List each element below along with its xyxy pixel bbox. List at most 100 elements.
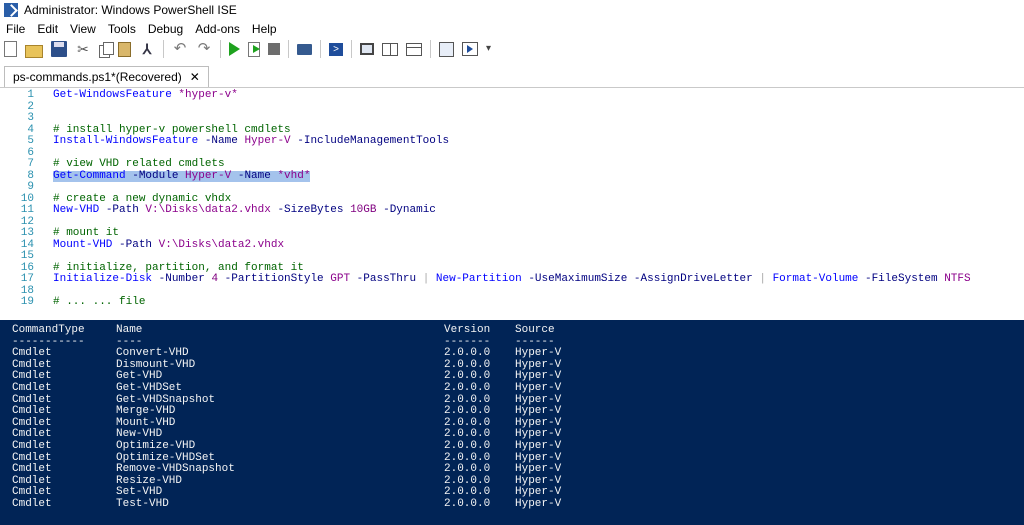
code-token: -Path <box>119 238 159 251</box>
code-token: | <box>422 273 436 285</box>
run-script-icon[interactable] <box>229 42 240 56</box>
window-title: Administrator: Windows PowerShell ISE <box>24 3 237 17</box>
open-icon[interactable] <box>25 44 43 58</box>
code-text: Mount-VHD -Path V:\Disks\data2.vhdx <box>53 238 285 252</box>
code-token: -UseMaximumSize -AssignDriveLetter <box>528 273 760 285</box>
code-token: NTFS <box>944 273 971 285</box>
layout-script-top-icon[interactable] <box>360 43 374 55</box>
console-cell: Cmdlet <box>12 440 52 452</box>
console-cell: Name <box>116 324 143 336</box>
menu-add-ons[interactable]: Add-ons <box>195 22 240 36</box>
toolbar-separator <box>220 40 221 58</box>
code-token: New-Partition <box>435 273 529 285</box>
new-icon[interactable] <box>4 41 17 57</box>
line-number: 13 <box>20 227 34 239</box>
code-text: # ... ... file <box>53 296 146 309</box>
clear-console-icon[interactable]: ⅄ <box>139 41 155 57</box>
script-tab-strip: ps-commands.ps1*(Recovered) ✕ <box>0 62 1024 88</box>
code-text: Install-WindowsFeature -Name Hyper-V -In… <box>53 135 449 148</box>
undo-icon[interactable]: ↶ <box>172 41 188 57</box>
console-cell: Hyper-V <box>515 440 562 452</box>
new-remote-tab-icon[interactable] <box>297 43 312 55</box>
close-icon[interactable]: ✕ <box>190 70 200 84</box>
code-token: V:\Disks\data2.vhdx <box>158 238 285 251</box>
code-token: -Number <box>158 273 212 285</box>
console-cell: 2.0.0.0 <box>444 463 491 476</box>
toolbar-separator <box>351 40 352 58</box>
paste-icon[interactable] <box>118 41 131 57</box>
code-token: 10GB <box>350 204 384 216</box>
code-token: V:\Disks\data2.vhdx <box>145 204 278 216</box>
console-cell: Cmdlet <box>12 347 52 360</box>
console-cell: Cmdlet <box>12 463 52 476</box>
script-editor[interactable]: 1 Get-WindowsFeature *hyper-v* 2 3 4 # instal… <box>0 88 1024 320</box>
menu-tools[interactable]: Tools <box>108 22 136 36</box>
layout-script-maximized-icon[interactable] <box>406 42 422 56</box>
console-cell: Hyper-V <box>515 347 562 360</box>
show-script-pane-icon[interactable] <box>439 41 454 57</box>
console-cell: Get-VHDSet <box>116 382 183 394</box>
console-row: Cmdlet Remove-VHDSnapshot 2.0.0.0 Hyper-V <box>0 464 1024 476</box>
console-cell: Hyper-V <box>515 382 562 394</box>
menu-view[interactable]: View <box>70 22 96 36</box>
code-token: -SizeBytes <box>277 204 351 216</box>
layout-script-right-icon[interactable] <box>382 42 398 56</box>
console-cell: CommandType <box>12 324 85 336</box>
console-row: Cmdlet Test-VHD 2.0.0.0 Hyper-V <box>0 498 1024 511</box>
redo-icon[interactable]: ↷ <box>196 41 212 57</box>
line-number: 1 <box>27 89 34 101</box>
console-cell: Cmdlet <box>12 382 52 394</box>
show-command-addon-icon[interactable] <box>462 42 478 56</box>
code-token: # install hyper-v powershell cmdlets <box>53 123 291 136</box>
run-selection-icon[interactable] <box>248 41 260 57</box>
code-token: -Dynamic <box>383 204 436 216</box>
tab-label: ps-commands.ps1*(Recovered) <box>13 70 182 84</box>
code-token: Install-WindowsFeature <box>53 135 205 147</box>
code-token: Hyper-V <box>244 135 298 147</box>
code-text: Get-WindowsFeature *hyper-v* <box>53 89 238 102</box>
line-number: 7 <box>27 158 34 170</box>
toolbar-separator <box>320 40 321 58</box>
code-token: Get-Command <box>53 169 133 182</box>
cut-icon[interactable]: ✂ <box>75 41 91 57</box>
code-text: New-VHD -Path V:\Disks\data2.vhdx -SizeB… <box>53 204 436 217</box>
menu-help[interactable]: Help <box>252 22 277 36</box>
line-number: 11 <box>20 204 34 216</box>
code-token: -Module <box>132 169 186 182</box>
line-number: 9 <box>27 181 34 193</box>
tab-ps-commands[interactable]: ps-commands.ps1*(Recovered) ✕ <box>4 66 209 87</box>
selected-code: Get-Command -Module Hyper-V -Name *vhd* <box>53 169 311 182</box>
console-cell: Optimize-VHD <box>116 440 196 452</box>
code-token: # ... ... file <box>53 296 146 308</box>
toolbar-separator <box>288 40 289 58</box>
powershell-icon[interactable]: > <box>329 42 343 56</box>
stop-icon[interactable] <box>268 43 280 55</box>
copy-icon[interactable] <box>99 41 114 58</box>
console-header-row: CommandType Name Version Source <box>0 324 1024 337</box>
line-number: 3 <box>27 112 34 124</box>
more-icon[interactable]: ▾ <box>486 41 494 57</box>
code-token: *hyper-v* <box>178 89 238 101</box>
code-token: Get-WindowsFeature <box>53 89 179 101</box>
console-row: Cmdlet Get-VHDSet 2.0.0.0 Hyper-V <box>0 382 1024 395</box>
console-cell: Cmdlet <box>12 405 52 418</box>
menu-edit[interactable]: Edit <box>37 22 58 36</box>
menu-debug[interactable]: Debug <box>148 22 183 36</box>
save-icon[interactable] <box>51 41 67 57</box>
console-cell: Merge-VHD <box>116 405 176 418</box>
console-cell: Hyper-V <box>515 498 562 510</box>
title-bar: Administrator: Windows PowerShell ISE <box>0 0 1024 20</box>
menu-file[interactable]: File <box>6 22 25 36</box>
console-cell: Hyper-V <box>515 463 562 476</box>
code-token: Hyper-V <box>185 169 238 182</box>
line-number: 5 <box>27 135 34 147</box>
line-number: 19 <box>20 296 34 308</box>
console-cell: Hyper-V <box>515 405 562 418</box>
console-cell: 2.0.0.0 <box>444 382 491 394</box>
code-token: 4 <box>211 273 225 285</box>
line-number: 17 <box>20 273 34 285</box>
console-cell: 2.0.0.0 <box>444 405 491 418</box>
console-output[interactable]: CommandType Name Version Source ----------- -… <box>0 320 1024 525</box>
code-token: | <box>759 273 773 285</box>
code-token: Initialize-Disk <box>53 273 159 285</box>
